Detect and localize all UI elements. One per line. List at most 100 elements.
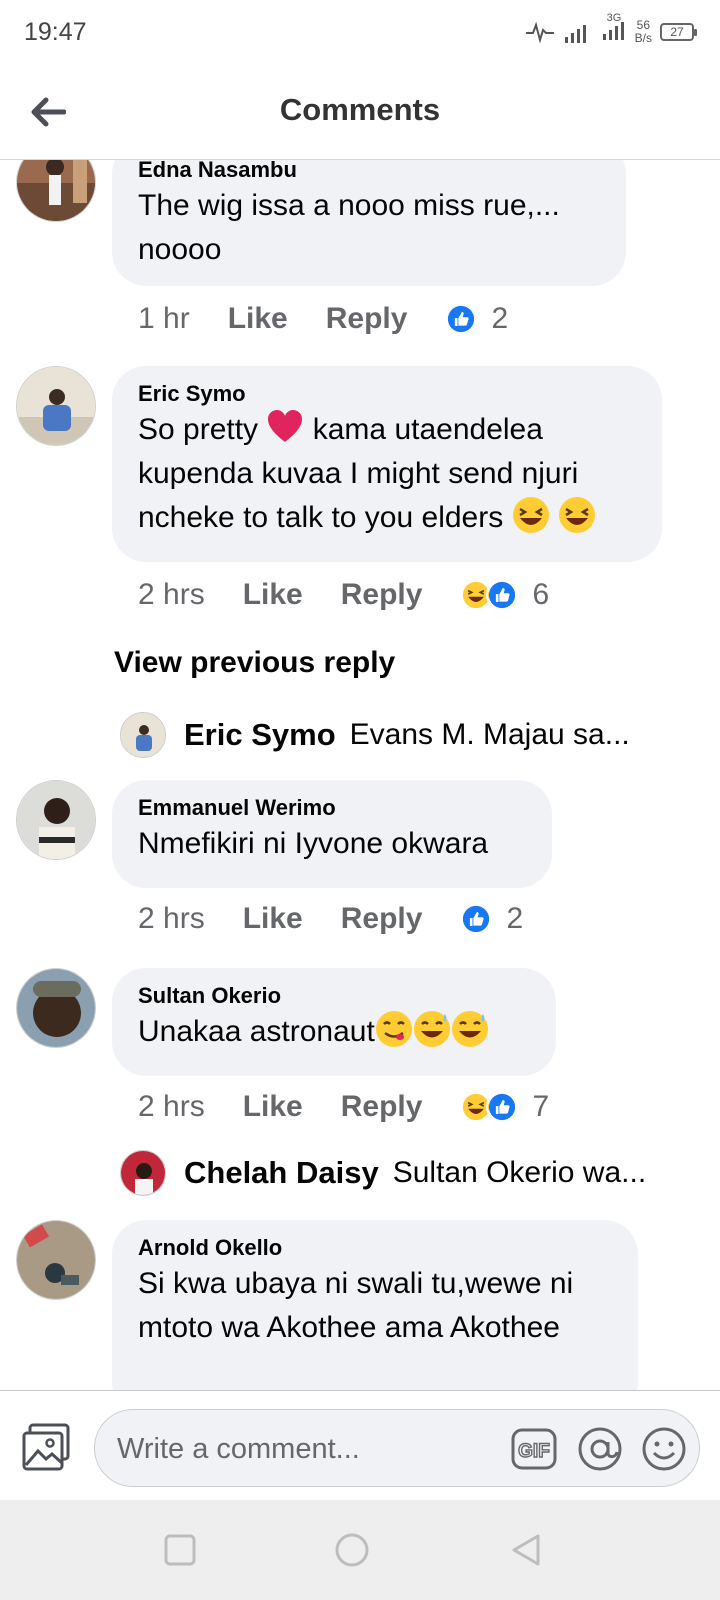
signal-icon: [564, 24, 586, 43]
comment-text: Unakaa astronaut: [138, 1010, 532, 1054]
view-previous-reply-link[interactable]: View previous reply: [114, 646, 395, 680]
like-button[interactable]: Like: [243, 902, 303, 936]
like-button[interactable]: Like: [228, 302, 288, 336]
reaction-count[interactable]: 7: [532, 1090, 549, 1124]
reply-avatar: [120, 1150, 166, 1196]
back-nav-button[interactable]: [506, 1530, 546, 1570]
avatar-photo: [17, 781, 95, 859]
avatar[interactable]: [16, 160, 96, 222]
comment-author[interactable]: Edna Nasambu: [138, 160, 602, 184]
heart-emoji: [268, 410, 303, 442]
gif-button[interactable]: GIF: [511, 1428, 557, 1470]
home-button[interactable]: [332, 1530, 372, 1570]
like-reaction-icon: [486, 1091, 519, 1123]
yum-emoji: [375, 1011, 412, 1047]
photo-button[interactable]: [20, 1421, 74, 1475]
reactions[interactable]: [460, 1091, 519, 1123]
reaction-count[interactable]: 6: [532, 578, 549, 612]
status-time: 19:47: [24, 18, 87, 46]
comment-author[interactable]: Arnold Okello: [138, 1234, 614, 1262]
comment-time[interactable]: 1 hr: [138, 302, 190, 336]
comment-text: The wig issa a nooo miss rue,... noooo: [138, 189, 560, 266]
comment-actions: 2 hrs Like Reply 2: [138, 902, 523, 936]
sweat-smile-emoji: [451, 1011, 488, 1047]
gif-icon: GIF: [511, 1428, 557, 1470]
avatar-photo: [17, 160, 95, 221]
svg-text:GIF: GIF: [518, 1441, 550, 1462]
emoji-icon: [642, 1427, 686, 1471]
reply-author[interactable]: Chelah Daisy: [184, 1155, 379, 1191]
avatar-photo: [17, 367, 95, 445]
reply-text: Evans M. Majau sa...: [349, 718, 630, 751]
comment-input[interactable]: [117, 1430, 497, 1468]
status-icons: 3G 56 B/s 27: [525, 12, 697, 47]
comment-actions: 2 hrs Like Reply 6: [138, 578, 549, 612]
like-button[interactable]: Like: [243, 1090, 303, 1124]
network-speed: 56 B/s: [634, 17, 652, 45]
comment-bubble[interactable]: Sultan Okerio Unakaa astronaut: [112, 968, 556, 1076]
reply-preview[interactable]: Chelah Daisy Sultan Okerio wa...: [120, 1150, 646, 1196]
page-title: Comments: [279, 92, 441, 127]
comment-actions: 2 hrs Like Reply 7: [138, 1090, 549, 1124]
sweat-smile-emoji: [413, 1011, 450, 1047]
recents-button[interactable]: [160, 1530, 200, 1570]
comment-box: GIF: [94, 1409, 700, 1487]
signal-3g: 3G: [601, 12, 627, 47]
avatar-photo: [17, 969, 95, 1047]
reactions[interactable]: [460, 903, 493, 935]
reply-preview[interactable]: Eric Symo Evans M. Majau sa...: [120, 712, 630, 758]
at-icon: [578, 1427, 622, 1471]
laughing-emoji: [512, 497, 549, 533]
comment-author[interactable]: Emmanuel Werimo: [138, 794, 528, 822]
comment-text: Nmefikiri ni Iyvone okwara: [138, 827, 489, 860]
emoji-button[interactable]: [641, 1426, 687, 1472]
mention-button[interactable]: [577, 1426, 623, 1472]
like-reaction-icon: [460, 903, 493, 935]
reply-button[interactable]: Reply: [341, 578, 423, 612]
comment-bubble[interactable]: Emmanuel Werimo Nmefikiri ni Iyvone okwa…: [112, 780, 552, 888]
avatar-photo: [121, 1151, 165, 1195]
reactions[interactable]: [460, 579, 519, 611]
header: Comments: [0, 64, 720, 160]
comment-time[interactable]: 2 hrs: [138, 902, 205, 936]
battery-icon: 27: [660, 22, 697, 41]
activity-icon: [525, 21, 554, 44]
system-navigation-bar: [0, 1500, 720, 1600]
reply-avatar: [120, 712, 166, 758]
comment-author[interactable]: Sultan Okerio: [138, 982, 532, 1010]
comment-author[interactable]: Eric Symo: [138, 380, 638, 408]
photo-icon: [22, 1423, 70, 1471]
avatar[interactable]: [16, 968, 96, 1048]
comment-text: Si kwa ubaya ni swali tu,wewe ni mtoto w…: [138, 1267, 574, 1344]
comment-time[interactable]: 2 hrs: [138, 578, 205, 612]
comment-bubble[interactable]: Eric Symo So pretty kama utaendelea kupe…: [112, 366, 662, 562]
reaction-count[interactable]: 2: [506, 902, 523, 936]
comment-bubble[interactable]: Arnold Okello Si kwa ubaya ni swali tu,w…: [112, 1220, 638, 1390]
reply-button[interactable]: Reply: [341, 902, 423, 936]
reply-button[interactable]: Reply: [341, 1090, 423, 1124]
circle-nav-icon: [335, 1533, 369, 1567]
comment-time[interactable]: 2 hrs: [138, 1090, 205, 1124]
laughing-emoji: [558, 497, 595, 533]
like-button[interactable]: Like: [243, 578, 303, 612]
avatar[interactable]: [16, 1220, 96, 1300]
avatar[interactable]: [16, 780, 96, 860]
reactions[interactable]: [445, 303, 478, 335]
avatar-photo: [17, 1221, 95, 1299]
comment-text: So pretty kama utaendelea kupenda kuvaa …: [138, 408, 638, 540]
comment-bubble[interactable]: Edna Nasambu The wig issa a nooo miss ru…: [112, 160, 626, 286]
comments-list[interactable]: Edna Nasambu The wig issa a nooo miss ru…: [0, 160, 720, 1390]
avatar-photo: [121, 713, 165, 757]
reaction-count[interactable]: 2: [491, 302, 508, 336]
square-nav-icon: [164, 1534, 196, 1566]
avatar[interactable]: [16, 366, 96, 446]
like-reaction-icon: [486, 579, 519, 611]
comment-actions: 1 hr Like Reply 2: [138, 302, 508, 336]
reply-author[interactable]: Eric Symo: [184, 717, 336, 753]
triangle-nav-icon: [512, 1534, 540, 1566]
like-reaction-icon: [445, 303, 478, 335]
reply-button[interactable]: Reply: [326, 302, 408, 336]
comment-composer: GIF: [0, 1390, 720, 1500]
status-bar: 19:47 3G 56 B/s 27: [0, 0, 720, 64]
reply-text: Sultan Okerio wa...: [392, 1156, 647, 1189]
